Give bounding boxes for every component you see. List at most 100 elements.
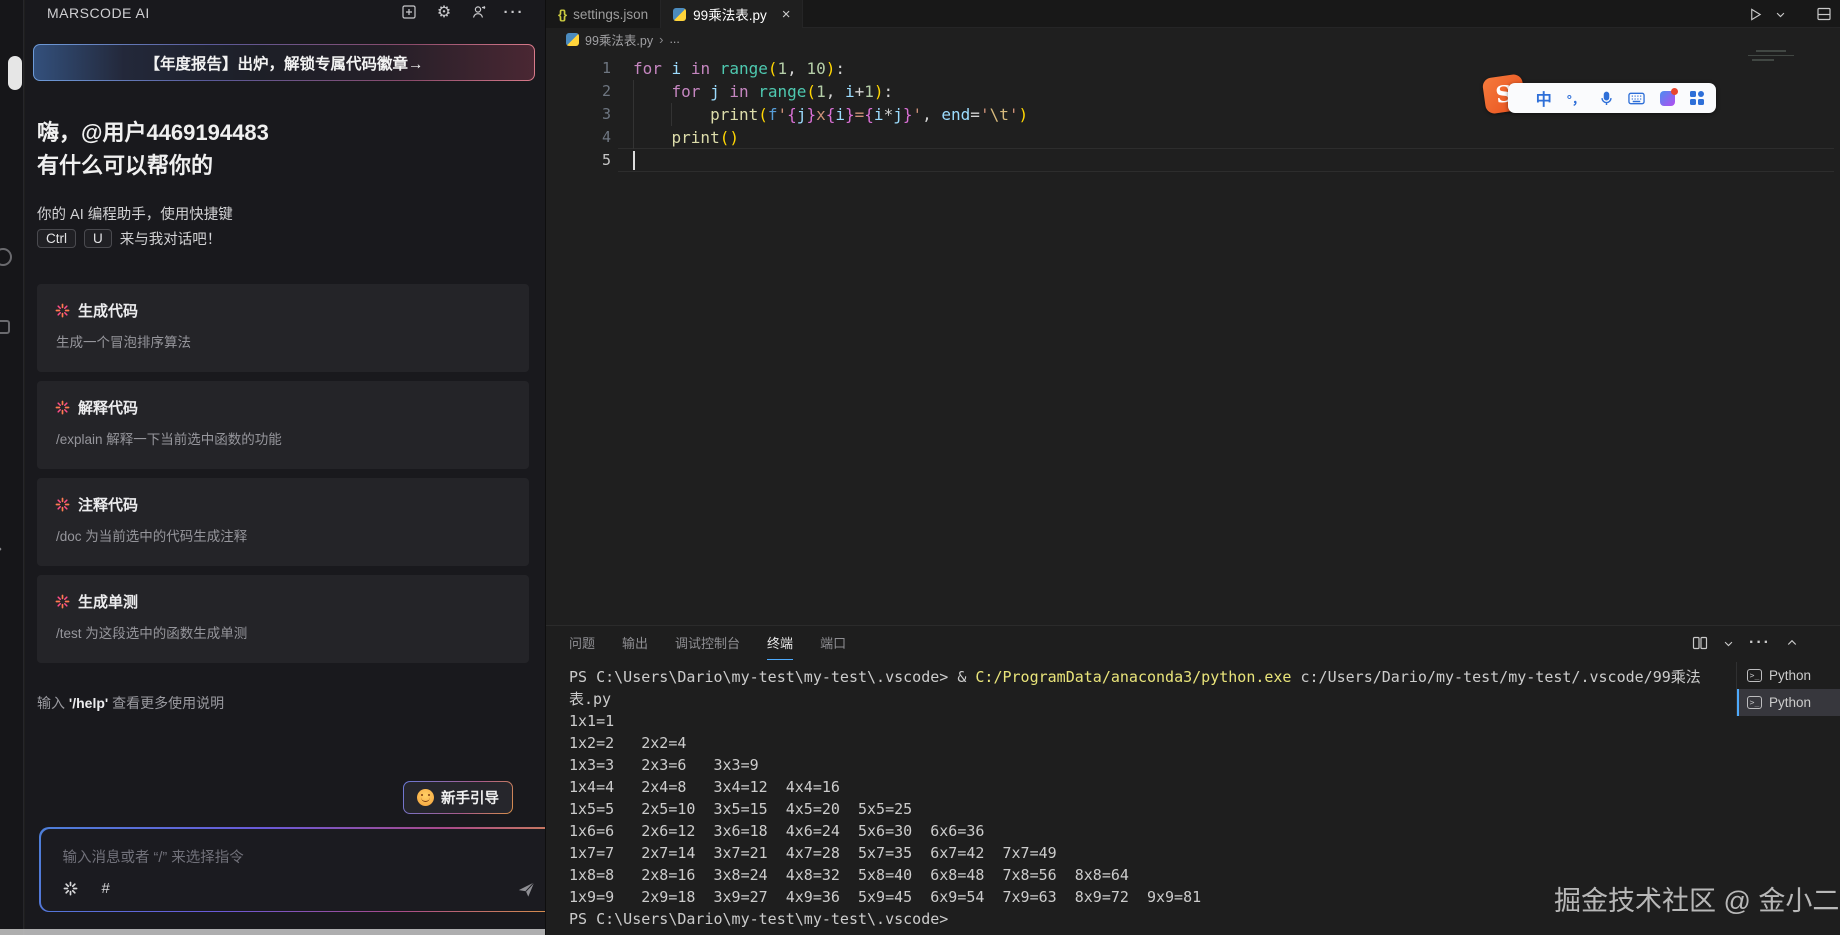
terminal-output[interactable]: PS C:\Users\Dario\my-test\my-test\.vscod… (569, 666, 1701, 930)
text-cursor (633, 151, 635, 170)
ctrl-key: Ctrl (37, 229, 76, 248)
tab-label: settings.json (573, 7, 648, 22)
prompt-card-2[interactable]: 解释代码/explain 解释一下当前选中函数的功能 (37, 381, 529, 469)
ime-chinese-mode-icon[interactable]: 中 (1536, 86, 1552, 110)
line-number: 3 (556, 103, 611, 126)
card-title: 注释代码 (78, 494, 138, 515)
spark-icon (55, 303, 70, 318)
u-key: U (84, 229, 112, 248)
spark-icon (55, 497, 70, 512)
panel-tab-输出[interactable]: 输出 (622, 626, 648, 660)
panel-more-icon[interactable]: ··· (1749, 634, 1771, 652)
editor-tab-settings.json[interactable]: {} settings.json (546, 0, 661, 28)
ime-keyboard-icon[interactable] (1628, 92, 1645, 105)
chevron-right-icon: › (0, 540, 2, 557)
json-file-icon: {} (558, 7, 566, 22)
new-chat-icon[interactable] (400, 3, 418, 21)
code-line-1[interactable]: 1for i in range(1, 10): (546, 57, 1840, 80)
hug-emoji-icon (417, 789, 434, 806)
bottom-edge (0, 929, 545, 935)
onboarding-button[interactable]: 新手引导 (403, 781, 513, 814)
chat-input-box: 输入消息或者 “/” 来选择指令 # (39, 827, 555, 912)
spark-icon (55, 400, 70, 415)
greeting: 嗨，@用户4469194483 有什么可以帮你的 (37, 116, 269, 182)
terminal-list-item-1[interactable]: >_Python (1737, 662, 1840, 689)
breadcrumb-file[interactable]: 99乘法表.py (585, 30, 653, 49)
line-number: 1 (556, 57, 611, 80)
chevron-right-icon: › (659, 32, 663, 47)
maximize-panel-chevron-icon[interactable] (1786, 637, 1798, 649)
card-title: 解释代码 (78, 397, 138, 418)
terminal-profile-chevron-icon[interactable] (1723, 638, 1734, 649)
editor-tab-99乘法表.py[interactable]: 99乘法表.py × (661, 0, 803, 28)
spark-icon (55, 594, 70, 609)
annual-report-banner[interactable]: 【年度报告】出炉，解锁专属代码徽章→ (33, 44, 535, 81)
tab-label: 99乘法表.py (693, 4, 767, 24)
code-line-4[interactable]: 4 print() (546, 126, 1840, 149)
prompt-card-3[interactable]: 注释代码/doc 为当前选中的代码生成注释 (37, 478, 529, 566)
greeting-line1: 嗨，@用户4469194483 (37, 116, 269, 149)
quick-command-icon[interactable] (63, 881, 78, 896)
python-file-icon (566, 33, 579, 46)
card-title: 生成代码 (78, 300, 138, 321)
card-description: 生成一个冒泡排序算法 (56, 331, 511, 351)
panel-tab-调试控制台[interactable]: 调试控制台 (675, 626, 740, 660)
card-description: /test 为这段选中的函数生成单测 (56, 622, 511, 642)
marscode-sidebar: MARSCODE AI ⚙··· 【年度报告】出炉，解锁专属代码徽章→ 嗨，@用… (25, 0, 545, 935)
juejin-watermark: 掘金技术社区 @ 金小二 (1554, 879, 1839, 918)
card-description: /doc 为当前选中的代码生成注释 (56, 525, 511, 545)
send-icon[interactable] (517, 880, 536, 899)
python-file-icon (673, 8, 686, 21)
sidebar-header: MARSCODE AI ⚙··· (25, 0, 545, 26)
account-icon[interactable] (470, 3, 488, 21)
shortcut-row: Ctrl U 来与我对话吧！ (37, 228, 221, 249)
terminal-label: Python (1769, 668, 1811, 683)
close-icon[interactable]: × (782, 6, 791, 23)
card-title: 生成单测 (78, 591, 138, 612)
terminal-icon: >_ (1747, 696, 1762, 709)
panel-tab-终端[interactable]: 终端 (767, 626, 793, 660)
editor-region: {}settings.json99乘法表.py× 99乘法表.py › ... … (545, 0, 1840, 935)
onboarding-button-label: 新手引导 (441, 787, 499, 808)
help-hint: 输入 '/help' 查看更多使用说明 (37, 693, 224, 713)
clipped-icon (0, 248, 12, 266)
panel-tab-问题[interactable]: 问题 (569, 626, 595, 660)
code-line-5[interactable]: 5 (546, 149, 1840, 172)
chat-input[interactable]: 输入消息或者 “/” 来选择指令 (63, 846, 244, 867)
code-editor[interactable]: 1for i in range(1, 10):2 for j in range(… (546, 50, 1840, 625)
breadcrumb[interactable]: 99乘法表.py › ... (546, 28, 1840, 50)
ime-punctuation-icon[interactable]: °， (1567, 89, 1585, 108)
clipped-icon (0, 320, 10, 334)
run-dropdown-chevron-icon[interactable] (1775, 9, 1786, 20)
terminal-list: >_Python>_Python (1736, 662, 1840, 716)
prompt-card-1[interactable]: 生成代码生成一个冒泡排序算法 (37, 284, 529, 372)
activity-bar: › (0, 0, 24, 935)
faint-watermark (1748, 50, 1800, 66)
run-python-file-icon[interactable] (1748, 7, 1763, 22)
vscode-window: › MARSCODE AI ⚙··· 【年度报告】出炉，解锁专属代码徽章→ 嗨，… (0, 0, 1840, 935)
ime-toolbox-icon[interactable] (1690, 91, 1704, 105)
help-prefix: 输入 (37, 695, 69, 711)
prompt-card-4[interactable]: 生成单测/test 为这段选中的函数生成单测 (37, 575, 529, 663)
annual-report-banner-text: 【年度报告】出炉，解锁专属代码徽章→ (34, 45, 534, 80)
editor-tabbar: {} settings.json 99乘法表.py × (546, 0, 1840, 28)
panel-tab-端口[interactable]: 端口 (820, 626, 846, 660)
card-description: /explain 解释一下当前选中函数的功能 (56, 428, 511, 448)
ime-voice-icon[interactable] (1600, 91, 1613, 106)
line-number: 4 (556, 126, 611, 149)
split-terminal-icon[interactable] (1692, 635, 1708, 651)
terminal-list-item-2[interactable]: >_Python (1737, 689, 1840, 716)
line-number: 5 (556, 149, 611, 172)
ime-toolbar: 中 °， (1508, 83, 1716, 113)
help-command: '/help' (69, 695, 108, 711)
more-actions-icon[interactable]: ··· (505, 3, 523, 21)
line-number: 2 (556, 80, 611, 103)
assistant-subtitle: 你的 AI 编程助手，使用快捷键 (37, 203, 233, 224)
toggle-panel-icon[interactable] (1816, 6, 1832, 22)
context-hash-button[interactable]: # (102, 880, 110, 897)
activity-indicator (8, 56, 22, 90)
breadcrumb-more[interactable]: ... (669, 32, 679, 46)
greeting-line2: 有什么可以帮你的 (37, 149, 269, 182)
ime-skin-icon[interactable] (1660, 91, 1675, 106)
settings-icon[interactable]: ⚙ (435, 3, 453, 21)
